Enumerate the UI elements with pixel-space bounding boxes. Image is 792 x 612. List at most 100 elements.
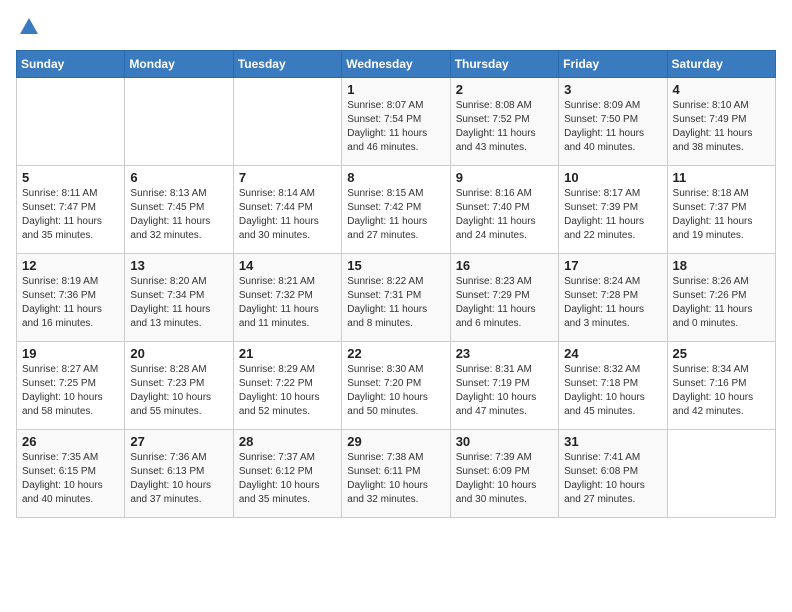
cell-text: Sunrise: 7:35 AM Sunset: 6:15 PM Dayligh… [22,451,119,507]
day-number: 29 [347,434,444,449]
day-number: 10 [564,170,661,185]
day-number: 18 [673,258,770,273]
calendar-cell: 5 Sunrise: 8:11 AM Sunset: 7:47 PM Daylig… [17,166,125,254]
cell-text: Sunrise: 8:27 AM Sunset: 7:25 PM Dayligh… [22,363,119,419]
weekday-header-friday: Friday [559,51,667,78]
calendar-cell: 8 Sunrise: 8:15 AM Sunset: 7:42 PM Daylig… [342,166,450,254]
weekday-header-wednesday: Wednesday [342,51,450,78]
cell-text: Sunrise: 8:20 AM Sunset: 7:34 PM Dayligh… [130,275,227,331]
day-number: 14 [239,258,336,273]
cell-text: Sunrise: 8:31 AM Sunset: 7:19 PM Dayligh… [456,363,553,419]
weekday-header-saturday: Saturday [667,51,775,78]
day-number: 4 [673,82,770,97]
day-number: 27 [130,434,227,449]
cell-text: Sunrise: 8:10 AM Sunset: 7:49 PM Dayligh… [673,99,770,155]
calendar-cell [17,78,125,166]
cell-text: Sunrise: 8:23 AM Sunset: 7:29 PM Dayligh… [456,275,553,331]
day-number: 15 [347,258,444,273]
page-header [16,16,776,38]
day-number: 24 [564,346,661,361]
logo [16,16,40,38]
calendar-cell: 28Sunrise: 7:37 AM Sunset: 6:12 PM Dayli… [233,430,341,518]
cell-text: Sunrise: 8:34 AM Sunset: 7:16 PM Dayligh… [673,363,770,419]
day-number: 2 [456,82,553,97]
calendar-cell: 20 Sunrise: 8:28 AM Sunset: 7:23 PM Dayli… [125,342,233,430]
cell-text: Sunrise: 8:22 AM Sunset: 7:31 PM Dayligh… [347,275,444,331]
calendar-cell: 15 Sunrise: 8:22 AM Sunset: 7:31 PM Dayli… [342,254,450,342]
cell-text: Sunrise: 7:36 AM Sunset: 6:13 PM Dayligh… [130,451,227,507]
calendar-cell: 31Sunrise: 7:41 AM Sunset: 6:08 PM Dayli… [559,430,667,518]
calendar-cell: 27 Sunrise: 7:36 AM Sunset: 6:13 PM Dayli… [125,430,233,518]
cell-text: Sunrise: 8:32 AM Sunset: 7:18 PM Dayligh… [564,363,661,419]
day-number: 3 [564,82,661,97]
calendar-cell: 10 Sunrise: 8:17 AM Sunset: 7:39 PM Dayli… [559,166,667,254]
calendar-cell [667,430,775,518]
cell-text: Sunrise: 8:14 AM Sunset: 7:44 PM Dayligh… [239,187,336,243]
calendar-cell: 11Sunrise: 8:18 AM Sunset: 7:37 PM Dayli… [667,166,775,254]
day-number: 17 [564,258,661,273]
calendar-cell: 7 Sunrise: 8:14 AM Sunset: 7:44 PM Daylig… [233,166,341,254]
day-number: 8 [347,170,444,185]
calendar-table: SundayMondayTuesdayWednesdayThursdayFrid… [16,50,776,518]
calendar-cell: 25 Sunrise: 8:34 AM Sunset: 7:16 PM Dayli… [667,342,775,430]
cell-text: Sunrise: 8:07 AM Sunset: 7:54 PM Dayligh… [347,99,444,155]
calendar-cell: 14 Sunrise: 8:21 AM Sunset: 7:32 PM Dayli… [233,254,341,342]
cell-text: Sunrise: 8:13 AM Sunset: 7:45 PM Dayligh… [130,187,227,243]
day-number: 6 [130,170,227,185]
weekday-header-monday: Monday [125,51,233,78]
logo-icon [18,16,40,38]
calendar-cell [233,78,341,166]
weekday-header-tuesday: Tuesday [233,51,341,78]
day-number: 16 [456,258,553,273]
cell-text: Sunrise: 8:21 AM Sunset: 7:32 PM Dayligh… [239,275,336,331]
day-number: 7 [239,170,336,185]
cell-text: Sunrise: 8:17 AM Sunset: 7:39 PM Dayligh… [564,187,661,243]
calendar-cell: 2 Sunrise: 8:08 AM Sunset: 7:52 PM Daylig… [450,78,558,166]
day-number: 5 [22,170,119,185]
day-number: 20 [130,346,227,361]
calendar-cell: 1 Sunrise: 8:07 AM Sunset: 7:54 PM Daylig… [342,78,450,166]
calendar-cell: 23 Sunrise: 8:31 AM Sunset: 7:19 PM Dayli… [450,342,558,430]
cell-text: Sunrise: 8:19 AM Sunset: 7:36 PM Dayligh… [22,275,119,331]
day-number: 28 [239,434,336,449]
day-number: 30 [456,434,553,449]
cell-text: Sunrise: 7:38 AM Sunset: 6:11 PM Dayligh… [347,451,444,507]
day-number: 13 [130,258,227,273]
calendar-cell: 16 Sunrise: 8:23 AM Sunset: 7:29 PM Dayli… [450,254,558,342]
calendar-cell: 3 Sunrise: 8:09 AM Sunset: 7:50 PM Daylig… [559,78,667,166]
cell-text: Sunrise: 8:08 AM Sunset: 7:52 PM Dayligh… [456,99,553,155]
day-number: 12 [22,258,119,273]
cell-text: Sunrise: 8:24 AM Sunset: 7:28 PM Dayligh… [564,275,661,331]
cell-text: Sunrise: 7:41 AM Sunset: 6:08 PM Dayligh… [564,451,661,507]
day-number: 23 [456,346,553,361]
cell-text: Sunrise: 8:09 AM Sunset: 7:50 PM Dayligh… [564,99,661,155]
weekday-header-thursday: Thursday [450,51,558,78]
cell-text: Sunrise: 8:11 AM Sunset: 7:47 PM Dayligh… [22,187,119,243]
day-number: 21 [239,346,336,361]
calendar-cell: 12 Sunrise: 8:19 AM Sunset: 7:36 PM Dayli… [17,254,125,342]
calendar-cell: 9Sunrise: 8:16 AM Sunset: 7:40 PM Daylig… [450,166,558,254]
calendar-cell: 24 Sunrise: 8:32 AM Sunset: 7:18 PM Dayli… [559,342,667,430]
day-number: 26 [22,434,119,449]
calendar-cell: 4 Sunrise: 8:10 AM Sunset: 7:49 PM Daylig… [667,78,775,166]
cell-text: Sunrise: 7:39 AM Sunset: 6:09 PM Dayligh… [456,451,553,507]
calendar-cell: 19 Sunrise: 8:27 AM Sunset: 7:25 PM Dayli… [17,342,125,430]
calendar-cell: 17 Sunrise: 8:24 AM Sunset: 7:28 PM Dayli… [559,254,667,342]
day-number: 19 [22,346,119,361]
cell-text: Sunrise: 8:26 AM Sunset: 7:26 PM Dayligh… [673,275,770,331]
calendar-cell: 21Sunrise: 8:29 AM Sunset: 7:22 PM Dayli… [233,342,341,430]
calendar-cell: 18 Sunrise: 8:26 AM Sunset: 7:26 PM Dayli… [667,254,775,342]
calendar-cell: 6 Sunrise: 8:13 AM Sunset: 7:45 PM Daylig… [125,166,233,254]
cell-text: Sunrise: 8:15 AM Sunset: 7:42 PM Dayligh… [347,187,444,243]
cell-text: Sunrise: 8:30 AM Sunset: 7:20 PM Dayligh… [347,363,444,419]
day-number: 25 [673,346,770,361]
day-number: 22 [347,346,444,361]
calendar-cell [125,78,233,166]
calendar-cell: 26 Sunrise: 7:35 AM Sunset: 6:15 PM Dayli… [17,430,125,518]
cell-text: Sunrise: 8:28 AM Sunset: 7:23 PM Dayligh… [130,363,227,419]
day-number: 9 [456,170,553,185]
calendar-cell: 29 Sunrise: 7:38 AM Sunset: 6:11 PM Dayli… [342,430,450,518]
day-number: 1 [347,82,444,97]
calendar-cell: 13 Sunrise: 8:20 AM Sunset: 7:34 PM Dayli… [125,254,233,342]
calendar-cell: 22 Sunrise: 8:30 AM Sunset: 7:20 PM Dayli… [342,342,450,430]
